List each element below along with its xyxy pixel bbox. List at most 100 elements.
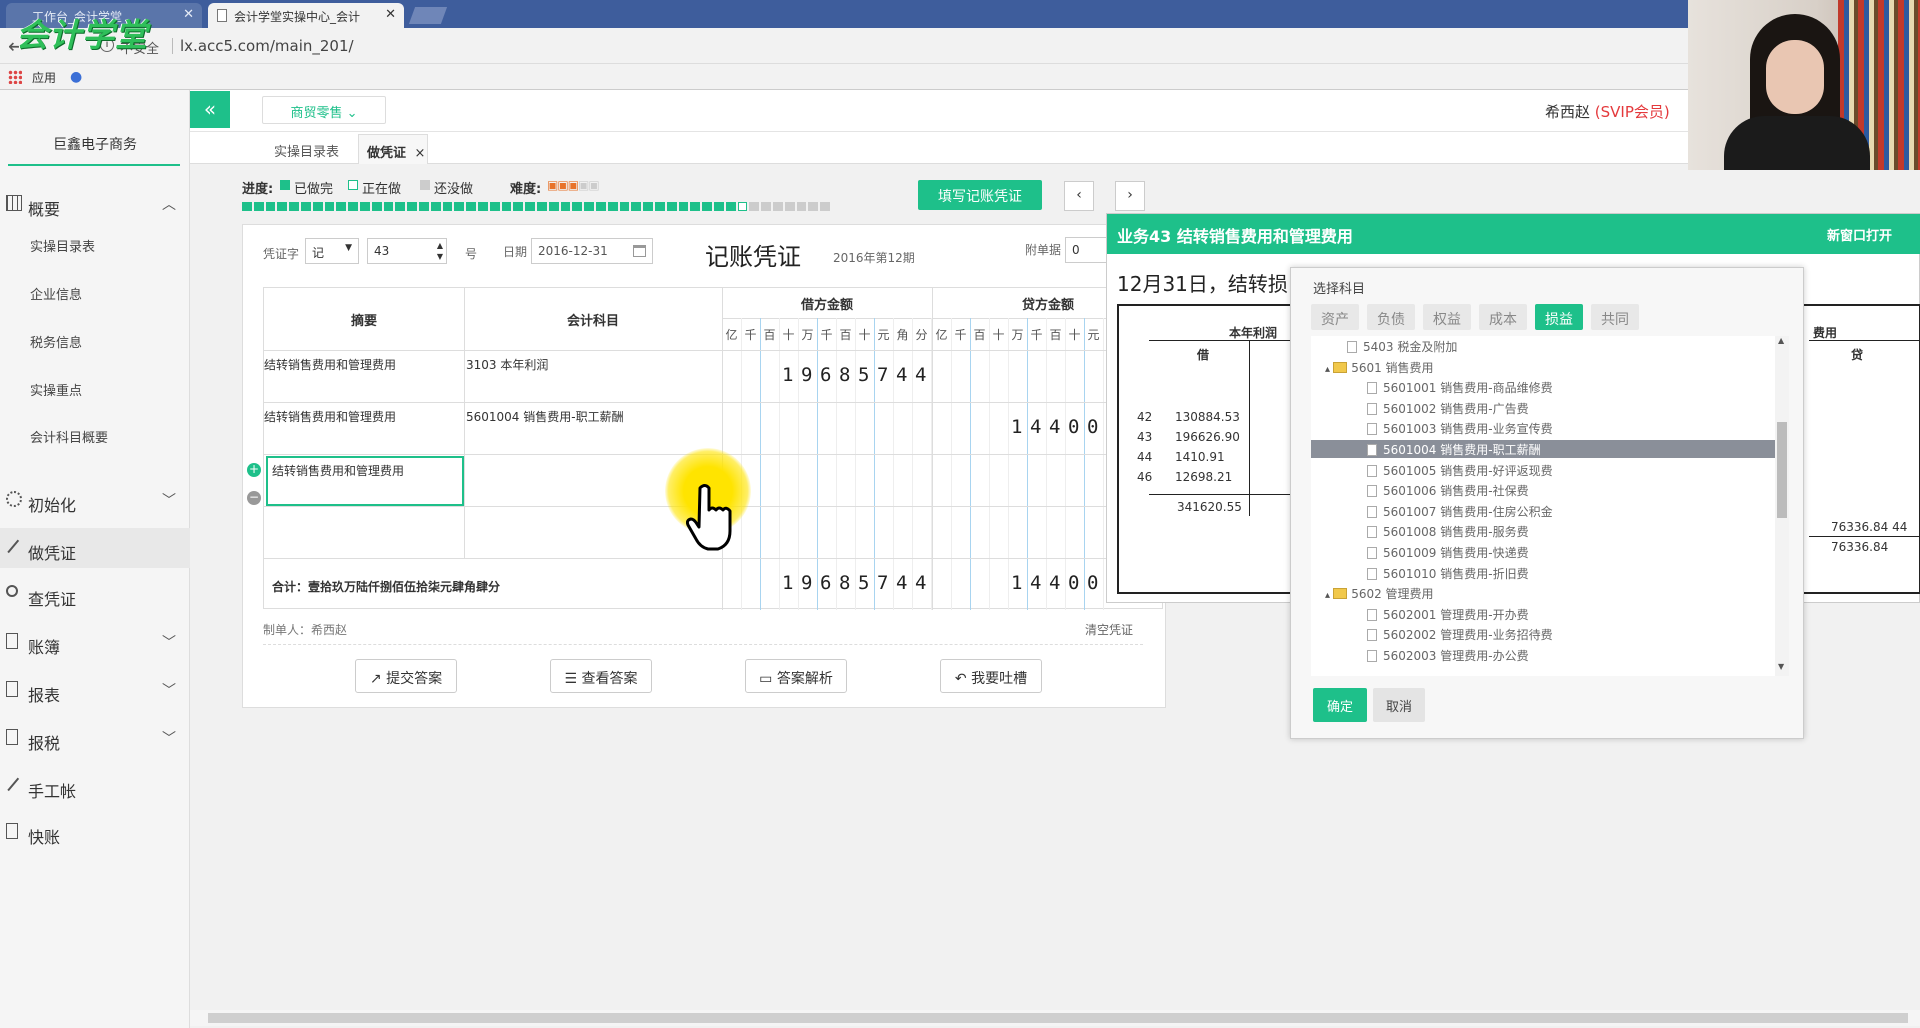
progress-cell[interactable] — [395, 202, 406, 211]
new-tab-button[interactable] — [408, 7, 448, 24]
summary-cell[interactable]: 结转销售费用和管理费用 — [266, 456, 464, 506]
user-name[interactable]: 希西赵 — [1545, 103, 1590, 121]
spinner-icon[interactable]: ▲ ▼ — [437, 240, 443, 262]
scroll-thumb[interactable] — [1777, 422, 1787, 518]
sidebar-subitem[interactable]: 实操重点 — [30, 380, 82, 399]
progress-cell[interactable] — [773, 202, 783, 211]
progress-cell[interactable] — [419, 202, 429, 211]
progress-cell[interactable] — [666, 202, 677, 211]
progress-cell[interactable] — [643, 202, 653, 211]
scroll-up-icon[interactable]: ▲ — [1778, 336, 1784, 345]
summary-cell[interactable]: 结转销售费用和管理费用 — [264, 402, 464, 454]
tree-folder[interactable]: ▴ 5601 销售费用 — [1325, 359, 1434, 376]
sidebar-item-0[interactable]: 概要 ︿ — [0, 184, 190, 224]
progress-cell[interactable] — [371, 202, 382, 211]
progress-cell[interactable] — [277, 202, 288, 211]
sidebar-item-8[interactable]: 快账 — [0, 812, 190, 852]
progress-cell[interactable] — [513, 202, 524, 211]
browser-tab-active[interactable]: 会计学堂实操中心_会计 ✕ — [208, 3, 404, 28]
progress-cell[interactable] — [725, 202, 736, 211]
sidebar-item-1[interactable]: 初始化 ﹀ — [0, 480, 190, 520]
progress-cell[interactable] — [584, 202, 594, 211]
calendar-icon[interactable] — [633, 245, 646, 257]
tree-folder[interactable]: ▴ 5602 管理费用 — [1325, 585, 1434, 602]
progress-cell[interactable] — [478, 202, 488, 211]
progress-cell[interactable] — [466, 202, 476, 211]
submit-answer-button[interactable]: ↗ 提交答案 — [355, 659, 457, 693]
progress-cell[interactable] — [761, 202, 771, 211]
sidebar-item-6[interactable]: 报税 ﹀ — [0, 718, 190, 758]
voucher-type-select[interactable]: 记 ▼ — [305, 238, 359, 264]
answer-analysis-button[interactable]: ▭ 答案解析 — [745, 659, 847, 693]
progress-cell[interactable] — [572, 202, 583, 211]
sidebar-item-4[interactable]: 账簿 ﹀ — [0, 622, 190, 662]
progress-cell[interactable] — [289, 202, 299, 211]
progress-cell[interactable] — [702, 202, 712, 211]
progress-cell[interactable] — [631, 202, 642, 211]
progress-cell[interactable] — [607, 202, 618, 211]
h-scroll-thumb[interactable] — [208, 1013, 1908, 1023]
tab-catalog[interactable]: 实操目录表 — [274, 141, 339, 160]
close-icon[interactable]: × — [415, 146, 426, 161]
progress-cell[interactable] — [301, 202, 311, 211]
tree-item[interactable]: 5601002 销售费用-广告费 — [1367, 400, 1529, 417]
progress-cell[interactable] — [489, 202, 500, 211]
summary-cell[interactable] — [264, 506, 464, 558]
account-tab-2[interactable]: 权益 — [1423, 304, 1471, 330]
industry-dropdown[interactable]: 商贸零售 ⌄ — [262, 96, 386, 124]
expand-toggle-icon[interactable]: ▴ — [1325, 590, 1333, 601]
tree-item[interactable]: 5601009 销售费用-快递费 — [1367, 544, 1529, 561]
view-answer-button[interactable]: ☰ 查看答案 — [550, 659, 652, 693]
chevron-down-icon[interactable]: ﹀ — [162, 680, 176, 700]
remove-row-icon[interactable]: − — [247, 491, 261, 505]
feedback-button[interactable]: ↶ 我要吐槽 — [940, 659, 1042, 693]
progress-cell[interactable] — [253, 202, 264, 211]
sidebar-subitem[interactable]: 会计科目概要 — [30, 427, 108, 446]
progress-cell[interactable] — [407, 202, 417, 211]
account-tab-5[interactable]: 共同 — [1591, 304, 1639, 330]
progress-cell[interactable] — [560, 202, 571, 211]
progress-cell[interactable] — [655, 202, 665, 211]
cancel-button[interactable]: 取消 — [1373, 688, 1425, 722]
progress-cell[interactable] — [525, 202, 535, 211]
progress-cell[interactable] — [714, 202, 724, 211]
tree-item[interactable]: 5601004 销售费用-职工薪酬 — [1311, 440, 1775, 458]
scroll-down-icon[interactable]: ▼ — [1778, 662, 1784, 671]
progress-cell[interactable] — [737, 202, 748, 211]
date-input[interactable]: 2016-12-31 — [531, 238, 653, 264]
account-tab-4[interactable]: 损益 — [1535, 304, 1583, 330]
progress-cell[interactable] — [548, 202, 559, 211]
sidebar-item-7[interactable]: 手工帐 — [0, 766, 190, 806]
sidebar-subitem[interactable]: 税务信息 — [30, 332, 82, 351]
sidebar-item-2[interactable]: 做凭证 — [0, 528, 190, 568]
progress-cell[interactable] — [820, 202, 830, 211]
fill-voucher-button[interactable]: 填写记账凭证 — [918, 180, 1042, 210]
progress-cell[interactable] — [749, 202, 760, 211]
tree-item[interactable]: 5601003 销售费用-业务宣传费 — [1367, 420, 1553, 437]
progress-cell[interactable] — [312, 202, 323, 211]
progress-cell[interactable] — [784, 202, 795, 211]
prev-button[interactable]: ‹ — [1064, 181, 1094, 211]
tree-item[interactable]: 5601005 销售费用-好评返现费 — [1367, 462, 1553, 479]
progress-cell[interactable] — [348, 202, 358, 211]
close-icon[interactable]: ✕ — [385, 7, 396, 22]
tree-item[interactable]: 5602002 管理费用-业务招待费 — [1367, 626, 1553, 643]
chevron-up-icon[interactable]: ︿ — [162, 194, 176, 214]
expand-toggle-icon[interactable]: ▴ — [1325, 364, 1333, 375]
voucher-number-input[interactable]: 43 ▲ ▼ — [367, 238, 447, 264]
tree-item[interactable]: 5601001 销售费用-商品维修费 — [1367, 379, 1553, 396]
progress-cell[interactable] — [454, 202, 465, 211]
progress-cell[interactable] — [690, 202, 701, 211]
sidebar-subitem[interactable]: 企业信息 — [30, 284, 82, 303]
summary-cell[interactable]: 结转销售费用和管理费用 — [264, 350, 464, 402]
progress-cell[interactable] — [336, 202, 347, 211]
account-cell[interactable]: 3103 本年利润 — [466, 350, 720, 402]
progress-cell[interactable] — [537, 202, 547, 211]
account-tab-0[interactable]: 资产 — [1311, 304, 1359, 330]
apps-icon[interactable] — [8, 70, 22, 84]
chevron-down-icon[interactable]: ﹀ — [162, 728, 176, 748]
new-window-link[interactable]: 新窗口打开 — [1827, 225, 1892, 244]
sidebar-subitem[interactable]: 实操目录表 — [30, 236, 95, 255]
collapse-button[interactable]: « — [190, 91, 230, 128]
tree-item[interactable]: 5601008 销售费用-服务费 — [1367, 523, 1529, 540]
